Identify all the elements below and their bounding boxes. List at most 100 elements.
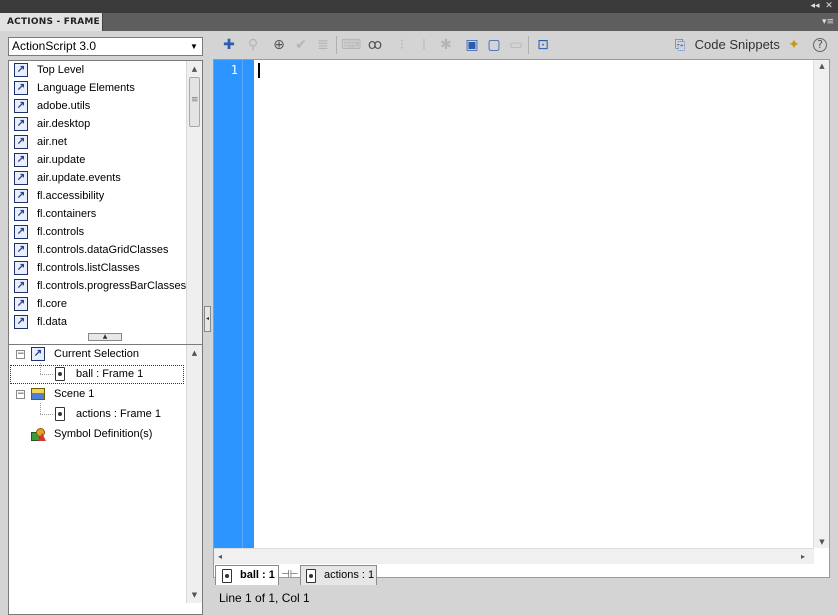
library-item-label: air.update.events	[37, 172, 121, 184]
version-select-value: ActionScript 3.0	[12, 39, 97, 53]
add-statement-icon[interactable]: ✚	[219, 36, 239, 54]
symbol-definitions-icon	[31, 428, 46, 441]
script-pane: ✚ ⚲ ⊕ ✔ ≣ ⌨ ꝏ ⁝ ⁞ ✱ ▣ ▢ ▭ ⊡ ⎘ Code Snipp…	[212, 31, 838, 615]
scroll-right-icon[interactable]: ▸	[801, 549, 805, 565]
library-item[interactable]: ↗ air.update	[9, 151, 187, 169]
library-item-label: fl.controls.dataGridClasses	[37, 244, 169, 256]
actionscript-version-select[interactable]: ActionScript 3.0 ▼	[8, 37, 203, 56]
check-syntax-icon[interactable]: ✔	[291, 36, 311, 54]
code-hint-icon[interactable]: ⌨	[341, 36, 361, 54]
library-item[interactable]: ↗ fl.core	[9, 295, 187, 313]
scroll-down-icon[interactable]: ▼	[814, 538, 829, 546]
navigator-scrollbar[interactable]: ▲ ▼	[186, 345, 202, 603]
scroll-up-icon[interactable]: ▲	[187, 346, 202, 360]
library-item[interactable]: ↗ Top Level	[9, 61, 187, 79]
code-snippets-button[interactable]: ⎘ Code Snippets	[675, 36, 780, 54]
apply-block-comment-icon[interactable]: ▣	[462, 36, 482, 54]
panel-tab-actions-frame[interactable]: ACTIONS - FRAME	[0, 13, 103, 31]
cursor-position-status: Line 1 of 1, Col 1	[219, 591, 310, 605]
code-snippets-label: Code Snippets	[694, 37, 780, 52]
auto-format-icon[interactable]: ≣	[313, 36, 333, 54]
find-icon[interactable]: ⚲	[243, 36, 263, 54]
package-book-icon: ↗	[14, 243, 28, 257]
package-book-icon: ↗	[14, 153, 28, 167]
collapse-selection-icon[interactable]: ⁞	[414, 36, 434, 54]
script-assist-icon[interactable]: ✦	[784, 36, 804, 54]
actionscript-library-list: ↗ Top Level ↗ Language Elements ↗ adobe.uti…	[8, 60, 203, 361]
panel-menu-icon[interactable]: ▾≡	[822, 17, 834, 27]
debug-options-icon[interactable]: ꝏ	[365, 36, 385, 54]
package-book-icon: ↗	[14, 99, 28, 113]
package-book-icon: ↗	[14, 189, 28, 203]
library-item[interactable]: ↗ fl.controls.dataGridClasses	[9, 241, 187, 259]
library-item[interactable]: ↗ air.update.events	[9, 169, 187, 187]
library-item-label: Language Elements	[37, 82, 135, 94]
current-selection-icon: ↗	[31, 347, 45, 361]
library-item-label: fl.controls.listClasses	[37, 262, 140, 274]
scroll-up-icon[interactable]: ▲	[187, 62, 202, 76]
frame-script-icon	[222, 569, 232, 583]
library-item-label: Top Level	[37, 64, 85, 76]
target-icon[interactable]: ⊕	[269, 36, 289, 54]
gutter-divider	[242, 60, 243, 548]
package-book-icon: ↗	[14, 315, 28, 329]
library-item-label: air.update	[37, 154, 86, 166]
library-item-label: adobe.utils	[37, 100, 91, 112]
library-item[interactable]: ↗ fl.controls	[9, 223, 187, 241]
close-panel-icon[interactable]: ✕	[823, 1, 835, 12]
package-book-icon: ↗	[14, 207, 28, 221]
toolbox-collapse-handle[interactable]: ◂	[204, 306, 211, 332]
library-item-label: air.net	[37, 136, 67, 148]
scroll-down-icon[interactable]: ▼	[187, 588, 202, 602]
pin-script-icon[interactable]: ⊣⊢	[281, 568, 298, 582]
collapse-node-icon[interactable]: −	[16, 350, 25, 359]
library-item-label: fl.controls	[37, 226, 85, 238]
tree-node-label: Scene 1	[54, 388, 95, 400]
package-book-icon: ↗	[14, 171, 28, 185]
editor-vertical-scrollbar[interactable]: ▲ ▼	[813, 60, 829, 548]
scroll-left-icon[interactable]: ◂	[218, 549, 222, 565]
tree-node-label: Current Selection	[54, 348, 139, 360]
package-book-icon: ↗	[14, 279, 28, 293]
frame-script-icon	[55, 407, 65, 421]
script-tab-label: ball : 1	[240, 569, 275, 581]
expand-all-icon[interactable]: ✱	[436, 36, 456, 54]
library-item[interactable]: ↗ air.net	[9, 133, 187, 151]
library-item[interactable]: ↗ fl.controls.listClasses	[9, 259, 187, 277]
scroll-up-icon[interactable]: ▲	[814, 62, 829, 70]
scrollbar-thumb[interactable]	[189, 77, 200, 127]
script-tab-actions[interactable]: actions : 1	[300, 565, 377, 585]
library-item[interactable]: ↗ fl.accessibility	[9, 187, 187, 205]
show-hide-toolbox-icon[interactable]: ⊡	[533, 36, 553, 54]
collapse-node-icon[interactable]: −	[16, 390, 25, 399]
library-item-label: fl.containers	[37, 208, 97, 220]
script-tab-label: actions : 1	[324, 569, 375, 581]
toolbox-splitter-handle[interactable]: ▲	[88, 333, 122, 341]
package-book-icon: ↗	[14, 297, 28, 311]
collapse-panel-icon[interactable]: ◂◂	[809, 1, 821, 12]
remove-comment-icon[interactable]: ▭	[506, 36, 526, 54]
package-book-icon: ↗	[14, 261, 28, 275]
editor-horizontal-scrollbar[interactable]: ◂ ▸	[214, 548, 814, 564]
library-item[interactable]: ↗ Language Elements	[9, 79, 187, 97]
help-icon[interactable]: ?	[813, 38, 827, 52]
apply-line-comment-icon[interactable]: ▢	[484, 36, 504, 54]
status-bar: Line 1 of 1, Col 1	[212, 588, 838, 612]
script-editor[interactable]: 1 ▲ ▼ ◂ ▸	[213, 59, 830, 578]
panel-tab-bar: ACTIONS - FRAME ▾≡	[0, 13, 838, 31]
library-item[interactable]: ↗ fl.containers	[9, 205, 187, 223]
library-item-label: fl.data	[37, 316, 67, 328]
library-item[interactable]: ↗ adobe.utils	[9, 97, 187, 115]
line-number: 1	[230, 63, 238, 77]
library-item[interactable]: ↗ air.desktop	[9, 115, 187, 133]
script-tab-ball[interactable]: ball : 1	[215, 565, 279, 585]
collapse-between-braces-icon[interactable]: ⁝	[392, 36, 412, 54]
library-item[interactable]: ↗ fl.data	[9, 313, 187, 331]
scene-icon	[31, 388, 45, 400]
library-scrollbar[interactable]: ▲ ▼	[186, 61, 202, 360]
toolbar-separator	[336, 36, 337, 54]
package-book-icon: ↗	[14, 63, 28, 77]
chevron-down-icon: ▼	[190, 42, 198, 51]
text-caret	[258, 63, 260, 78]
library-item[interactable]: ↗ fl.controls.progressBarClasses	[9, 277, 187, 295]
